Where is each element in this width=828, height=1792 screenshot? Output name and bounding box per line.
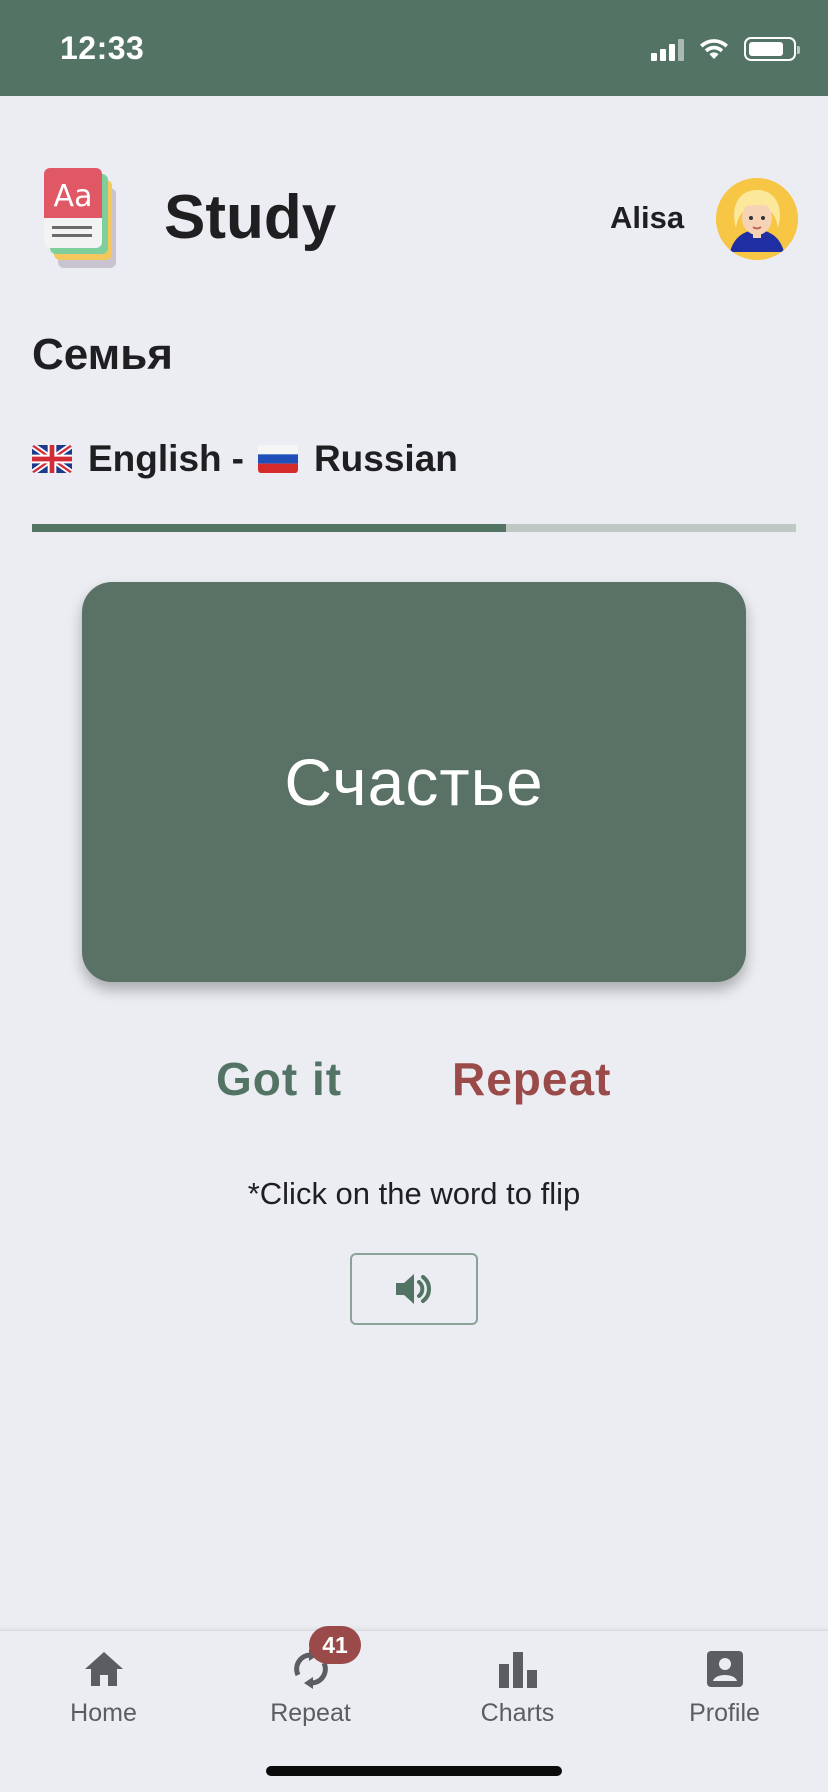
study-progress-fill bbox=[32, 524, 506, 532]
avatar[interactable] bbox=[716, 178, 798, 260]
wifi-icon bbox=[700, 39, 728, 59]
uk-flag-icon bbox=[32, 445, 72, 473]
nav-charts-label: Charts bbox=[480, 1699, 555, 1727]
answer-actions: Got it Repeat bbox=[0, 1052, 828, 1122]
chart-icon bbox=[496, 1647, 540, 1691]
battery-icon bbox=[744, 37, 800, 61]
svg-text:Aa: Aa bbox=[54, 179, 93, 214]
play-sound-button[interactable] bbox=[350, 1253, 478, 1325]
set-title: Семья bbox=[32, 330, 173, 379]
language-pair: English - Russian bbox=[32, 434, 458, 484]
home-indicator bbox=[266, 1766, 562, 1776]
source-language: English bbox=[88, 438, 222, 479]
target-language: Russian bbox=[313, 438, 458, 479]
app-logo-icon: Aa bbox=[44, 168, 116, 268]
flashcard-word: Счастье bbox=[284, 745, 544, 819]
cellular-signal-icon bbox=[651, 37, 684, 61]
profile-icon bbox=[703, 1647, 747, 1691]
got-it-button[interactable]: Got it bbox=[216, 1052, 342, 1106]
nav-profile-label: Profile bbox=[689, 1699, 760, 1727]
page-title: Study bbox=[164, 183, 337, 252]
nav-home-label: Home bbox=[70, 1699, 137, 1727]
nav-repeat[interactable]: Repeat bbox=[207, 1647, 414, 1747]
home-icon bbox=[82, 1647, 126, 1691]
flip-hint: *Click on the word to flip bbox=[247, 1176, 581, 1211]
flashcard[interactable]: Счастье bbox=[82, 582, 746, 982]
nav-profile[interactable]: Profile bbox=[621, 1647, 828, 1747]
nav-home[interactable]: Home bbox=[0, 1647, 207, 1747]
status-time: 12:33 bbox=[60, 30, 145, 66]
repeat-button[interactable]: Repeat bbox=[452, 1052, 611, 1106]
speaker-icon bbox=[396, 1274, 431, 1304]
language-separator: - bbox=[231, 438, 244, 479]
status-bar: 12:33 bbox=[0, 0, 828, 96]
avatar-image bbox=[716, 178, 798, 260]
study-progress-bar bbox=[32, 524, 796, 532]
nav-repeat-label: Repeat bbox=[270, 1699, 351, 1727]
russia-flag-icon bbox=[257, 445, 298, 473]
user-name[interactable]: Alisa bbox=[610, 200, 684, 236]
nav-charts[interactable]: Charts bbox=[414, 1647, 621, 1747]
status-icons bbox=[651, 36, 800, 62]
repeat-count-badge: 41 bbox=[309, 1626, 361, 1664]
